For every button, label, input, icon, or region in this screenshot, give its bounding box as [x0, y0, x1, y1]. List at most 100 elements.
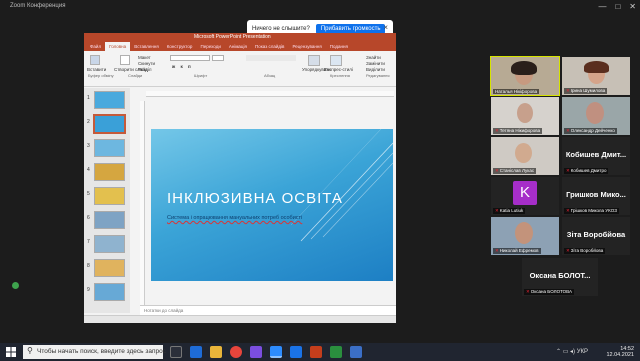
select-button[interactable]: Виділити: [366, 67, 385, 72]
zoom-window-title: Zoom Конференция: [10, 3, 66, 9]
participant-tile[interactable]: ✕Тетяна Нікифорова: [491, 97, 559, 135]
system-tray[interactable]: ⌃ ▭ ◂) УКР: [556, 348, 588, 355]
muted-mic-icon: ✕: [566, 248, 570, 253]
editing-group-label: Редагування: [366, 73, 390, 78]
app-icon[interactable]: [290, 346, 302, 358]
muted-mic-icon: ✕: [566, 208, 570, 213]
participant-name: Олександр Дейченко: [570, 128, 615, 133]
slide-subtitle[interactable]: Система і опрацювання мануальних потреб …: [167, 215, 302, 221]
find-button[interactable]: Знайти: [366, 55, 381, 60]
participant-tile[interactable]: Кобишев Дмит... ✕Кобишев Дмитро: [562, 137, 630, 175]
maximize-icon[interactable]: □: [615, 2, 620, 11]
participant-tile[interactable]: ✕Станіслав Лукас: [491, 137, 559, 175]
participant-name: Оксана БОЛОТОВА: [530, 289, 572, 294]
participant-tile[interactable]: Оксана БОЛОТ... ✕Оксана БОЛОТОВА: [522, 258, 598, 296]
tab-home[interactable]: Головна: [105, 42, 131, 51]
participant-name: Николай Ефремов: [499, 248, 539, 253]
task-view-icon[interactable]: [170, 346, 182, 358]
participant-name: Тетяна Нікифорова: [499, 128, 541, 133]
muted-mic-icon: ✕: [566, 168, 570, 173]
paste-button[interactable]: Вставити: [87, 67, 106, 72]
participant-display-name: Гришков Мико...: [566, 190, 626, 199]
current-slide[interactable]: ІНКЛЮЗИВНА ОСВІТА Система і опрацювання …: [151, 129, 393, 281]
tab-insert[interactable]: Вставлення: [130, 42, 163, 51]
slide-thumbnail[interactable]: 4: [87, 163, 125, 181]
word-icon[interactable]: [350, 346, 362, 358]
new-slide-icon[interactable]: [120, 55, 130, 65]
slide-thumbnail[interactable]: 8: [87, 259, 125, 277]
section-button[interactable]: Розділ: [138, 67, 151, 72]
chrome-icon[interactable]: [230, 346, 242, 358]
app-icon[interactable]: [330, 346, 342, 358]
slide-thumbnail[interactable]: 6: [87, 211, 125, 229]
slide-thumbnail-selected[interactable]: 2: [87, 114, 126, 134]
notes-pane[interactable]: Нотатки до слайда: [140, 305, 396, 315]
muted-mic-icon: ✕: [495, 208, 499, 213]
muted-mic-icon: ✕: [495, 128, 499, 133]
font-size-field[interactable]: [212, 55, 224, 61]
arrange-icon[interactable]: [308, 55, 320, 66]
participant-tile[interactable]: Наталья Нікіфорова: [490, 56, 560, 96]
search-icon: ⚲: [27, 346, 33, 355]
close-icon[interactable]: ✕: [629, 2, 636, 11]
zoom-icon[interactable]: [270, 346, 282, 358]
participant-tile[interactable]: Зіта Воробйова ✕Зіта Воробйова: [562, 217, 630, 255]
increase-volume-button[interactable]: Прибавить громкость: [315, 23, 386, 34]
paste-icon[interactable]: [90, 55, 100, 65]
shared-powerpoint-window: Microsoft PowerPoint Presentation Файл Г…: [84, 33, 396, 323]
annotation-pen-icon[interactable]: [12, 282, 19, 289]
file-explorer-icon[interactable]: [210, 346, 222, 358]
horizontal-ruler: [146, 91, 394, 97]
font-family-field[interactable]: [170, 55, 210, 61]
participant-avatar: K: [513, 181, 537, 205]
quick-styles-icon[interactable]: [330, 55, 342, 66]
participant-video: [515, 143, 532, 163]
quick-styles-button[interactable]: Експрес-стилі: [324, 67, 353, 72]
close-icon[interactable]: ×: [383, 23, 388, 32]
slide-title[interactable]: ІНКЛЮЗИВНА ОСВІТА: [167, 190, 343, 207]
muted-mic-icon: ✕: [566, 88, 570, 93]
tab-file[interactable]: Файл: [86, 42, 105, 51]
participant-video: [511, 61, 537, 75]
powerpoint-icon[interactable]: [310, 346, 322, 358]
participant-tile[interactable]: K ✕Katia Lutiuk: [491, 177, 559, 215]
clock[interactable]: 14:52 12.04.2021: [606, 346, 634, 358]
tab-design[interactable]: Конструктор: [163, 42, 197, 51]
slide-thumbnail[interactable]: 7: [87, 235, 125, 253]
participant-tile[interactable]: ✕Олександр Дейченко: [562, 97, 630, 135]
tab-animations[interactable]: Анімація: [225, 42, 251, 51]
slide-thumbnail[interactable]: 1: [87, 91, 125, 109]
participant-video: [515, 222, 533, 244]
tab-transitions[interactable]: Переходи: [196, 42, 224, 51]
taskbar-search-box[interactable]: ⚲ Чтобы начать поиск, введите здесь запр…: [23, 345, 166, 359]
reset-button[interactable]: Скинути: [138, 61, 155, 66]
participant-tile[interactable]: Гришков Мико... ✕Грішков Микола УКОЗ: [562, 177, 630, 215]
window-controls: — □ ✕: [598, 2, 636, 11]
paragraph-controls[interactable]: [246, 55, 296, 61]
notes-placeholder: Нотатки до слайда: [144, 308, 184, 313]
replace-button[interactable]: Замінити: [366, 61, 385, 66]
slide-thumbnail[interactable]: 3: [87, 139, 125, 157]
tab-slideshow[interactable]: Показ слайдів: [251, 42, 288, 51]
audio-question: Ничего не слышите?: [252, 25, 310, 32]
participant-display-name: Оксана БОЛОТ...: [529, 271, 591, 280]
windows-start-icon[interactable]: [6, 347, 16, 357]
slide-thumbnail[interactable]: 5: [87, 187, 125, 205]
app-icon[interactable]: [250, 346, 262, 358]
participant-tile[interactable]: ✕Николай Ефремов: [491, 217, 559, 255]
muted-mic-icon: ✕: [495, 168, 499, 173]
tab-view[interactable]: Подання: [326, 42, 352, 51]
minimize-icon[interactable]: —: [598, 2, 606, 11]
language-indicator[interactable]: УКР: [577, 349, 588, 355]
layout-button[interactable]: Макет: [138, 55, 151, 60]
ppt-window-title: Microsoft PowerPoint Presentation: [194, 34, 271, 40]
participant-tile[interactable]: ✕Ірина Шумилова: [562, 57, 630, 95]
clock-date: 12.04.2021: [606, 352, 634, 358]
participant-name: Станіслав Лукас: [499, 168, 535, 173]
tab-review[interactable]: Рецензування: [288, 42, 325, 51]
font-style-buttons[interactable]: ж к п: [172, 64, 193, 69]
slide-thumbnail[interactable]: 9: [87, 283, 125, 301]
participant-name: Зіта Воробйова: [570, 248, 604, 253]
edge-icon[interactable]: [190, 346, 202, 358]
drawing-group-label: Креслення: [330, 73, 350, 78]
